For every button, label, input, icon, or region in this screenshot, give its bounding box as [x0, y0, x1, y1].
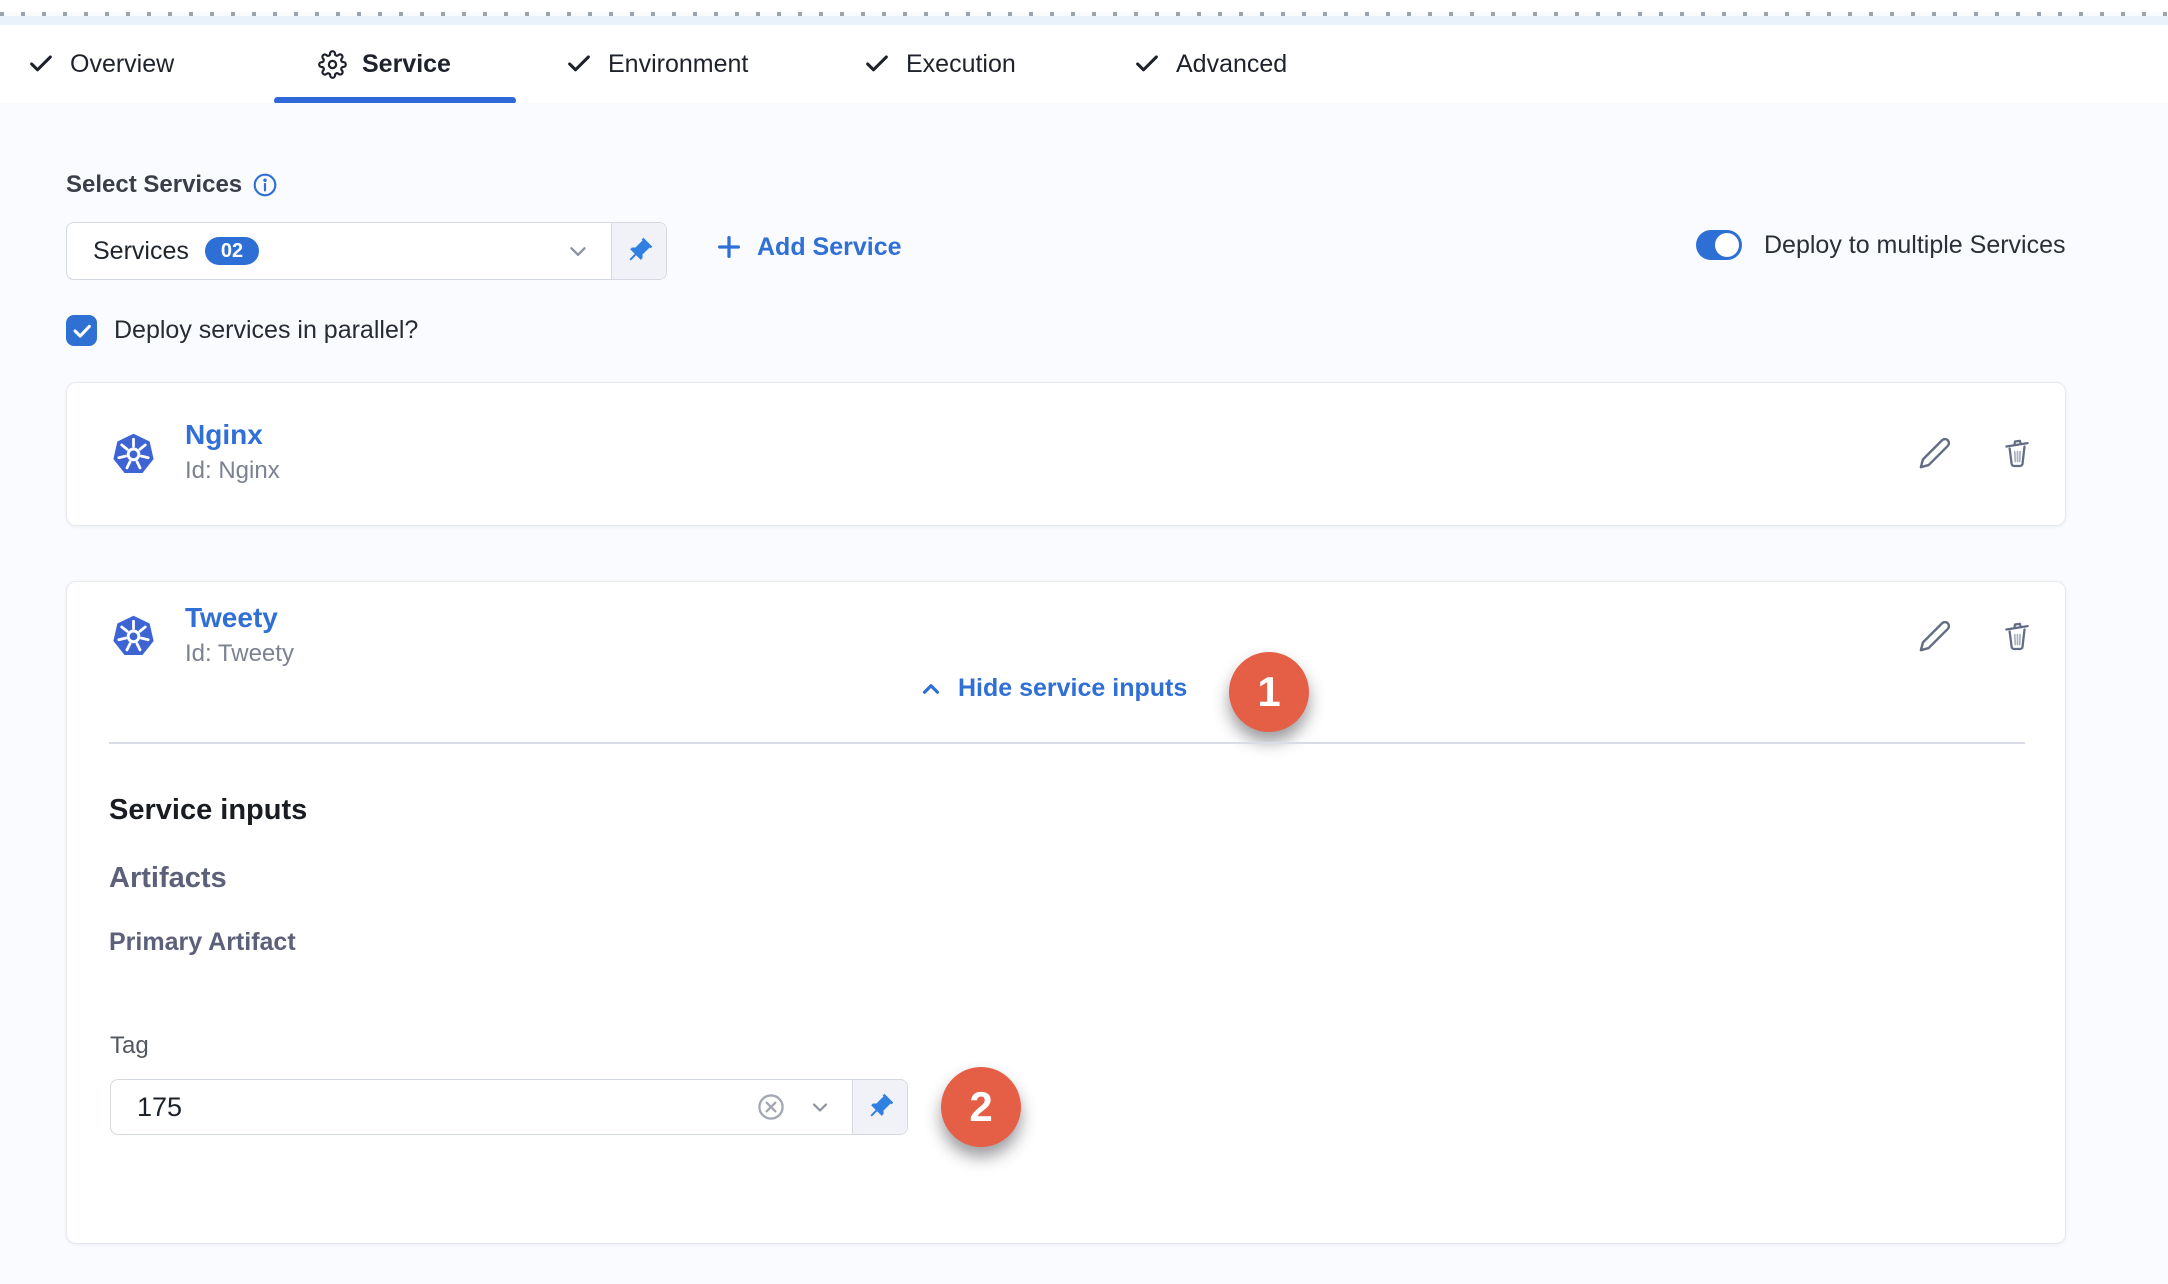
select-services-label: Select Services [66, 171, 278, 199]
top-margin [0, 0, 2168, 12]
edit-service-button[interactable] [1915, 433, 1955, 473]
deploy-multiple-toggle[interactable] [1696, 230, 1742, 260]
service-card-nginx: Nginx Id: Nginx [66, 382, 2066, 526]
chevron-up-icon [918, 676, 944, 702]
pin-runtime-input-button[interactable] [611, 223, 666, 279]
kubernetes-icon [112, 432, 155, 475]
tag-input[interactable] [111, 1092, 756, 1123]
tab-label: Environment [608, 50, 748, 79]
tab-label: Execution [906, 50, 1016, 79]
card-divider [109, 742, 2025, 744]
pushpin-icon [624, 236, 654, 266]
pin-runtime-input-button[interactable] [852, 1080, 907, 1134]
delete-service-button[interactable] [1997, 616, 2037, 656]
service-inputs-heading: Service inputs [109, 794, 307, 827]
tag-label: Tag [110, 1032, 149, 1060]
add-service-button[interactable]: Add Service [715, 229, 902, 265]
services-select: Services 02 [66, 222, 667, 280]
deploy-multiple-toggle-label: Deploy to multiple Services [1764, 231, 2066, 260]
pushpin-icon [865, 1092, 895, 1122]
service-tab-content: Select Services Services 02 [0, 103, 2168, 1284]
parallel-checkbox-label: Deploy services in parallel? [114, 316, 418, 345]
services-select-value: Services [93, 237, 189, 266]
gear-icon [318, 50, 347, 79]
edit-service-button[interactable] [1915, 616, 1955, 656]
check-icon [1133, 50, 1161, 78]
services-select-field[interactable]: Services 02 [67, 223, 611, 279]
tab-label: Overview [70, 50, 174, 79]
check-icon [27, 50, 55, 78]
tab-advanced[interactable]: Advanced [1133, 25, 1287, 103]
tab-service[interactable]: Service [318, 25, 451, 103]
top-blue-strip [0, 16, 2168, 25]
info-icon[interactable] [252, 172, 278, 198]
chevron-down-icon[interactable] [808, 1095, 832, 1119]
chevron-down-icon[interactable] [565, 238, 591, 264]
service-card-tweety: Tweety Id: Tweety Hide service inputs [66, 581, 2066, 1244]
annotation-badge-2: 2 [941, 1067, 1021, 1147]
parallel-checkbox[interactable] [66, 315, 97, 346]
artifacts-heading: Artifacts [109, 862, 227, 895]
deploy-multiple-toggle-row: Deploy to multiple Services [1696, 230, 2066, 260]
deploy-stage-config-screen: Overview Service Environment Execution [0, 0, 2168, 1284]
tab-overview[interactable]: Overview [27, 25, 174, 103]
parallel-checkbox-row: Deploy services in parallel? [66, 315, 418, 346]
service-name-link[interactable]: Tweety [185, 602, 278, 634]
service-id: Id: Tweety [185, 640, 294, 668]
tab-environment[interactable]: Environment [565, 25, 748, 103]
tab-execution[interactable]: Execution [863, 25, 1016, 103]
tab-label: Advanced [1176, 50, 1287, 79]
check-icon [565, 50, 593, 78]
tag-input-control [110, 1079, 908, 1135]
toggle-knob [1715, 233, 1739, 257]
delete-service-button[interactable] [1997, 433, 2037, 473]
plus-icon [715, 233, 743, 261]
service-name-link[interactable]: Nginx [185, 419, 263, 451]
annotation-badge-1: 1 [1229, 652, 1309, 732]
kubernetes-icon [112, 614, 155, 657]
service-id: Id: Nginx [185, 457, 280, 485]
clear-input-icon[interactable] [756, 1092, 786, 1122]
check-icon [863, 50, 891, 78]
stage-tabbar: Overview Service Environment Execution [0, 25, 2168, 104]
hide-service-inputs-button[interactable]: Hide service inputs [918, 674, 1187, 703]
services-count-badge: 02 [205, 237, 259, 265]
primary-artifact-heading: Primary Artifact [109, 928, 296, 957]
tab-label: Service [362, 50, 451, 79]
